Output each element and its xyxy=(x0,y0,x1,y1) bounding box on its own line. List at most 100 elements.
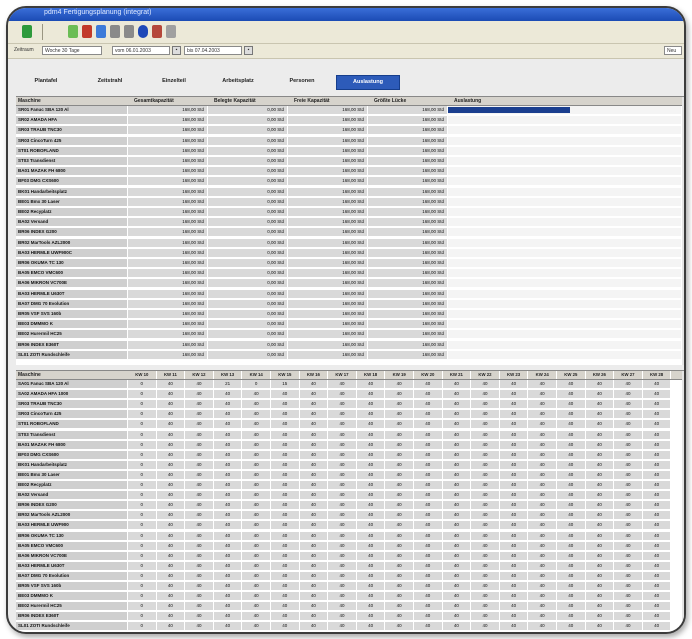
table-row[interactable]: BA03 HERMLE U630T 0 40 40 40 40 40 40 40 40 40 40 40… xyxy=(16,561,684,571)
machine-name-cell: BR05 VSF SVS 160b xyxy=(16,310,128,318)
exit-icon[interactable] xyxy=(22,25,32,38)
table-row[interactable]: BK01 Handarbeitsplatz 168,00 Std 0,00 Std 1… xyxy=(16,187,684,197)
date-to-button[interactable]: ▪ xyxy=(244,46,253,55)
week-capacity-cell: 40 xyxy=(242,531,271,540)
col-header-week[interactable]: KW 25 xyxy=(557,371,586,379)
col-header-week[interactable]: KW 12 xyxy=(185,371,214,379)
col-header-week[interactable]: KW 10 xyxy=(128,371,157,379)
back-icon[interactable] xyxy=(110,25,120,38)
table-row[interactable]: ST01 ROBOFLAND 168,00 Std 0,00 Std 168,00 S… xyxy=(16,146,684,156)
tab-einzelteil[interactable]: Einzelteil xyxy=(144,75,204,88)
table-row[interactable]: BA05 EMCO VMC600 168,00 Std 0,00 Std 168,00… xyxy=(16,269,684,278)
tab-plantafel[interactable]: Plantafel xyxy=(16,75,76,88)
table-row[interactable]: BA01 MAZAK FH 6800 0 40 40 40 40 40 40 40 40 40 40 4… xyxy=(16,440,684,450)
table-row[interactable]: BA07 DMG 70 Evolution 168,00 Std 0,00 Std 1… xyxy=(16,299,684,309)
info-icon[interactable] xyxy=(138,25,148,38)
col-header-machine[interactable]: Maschine xyxy=(18,97,98,105)
table-row[interactable]: BA03 HERMLE UWF900C 168,00 Std 0,00 Std 168… xyxy=(16,248,684,258)
col-header-machine[interactable]: Maschine xyxy=(18,371,98,379)
table-row[interactable]: BA06 MIKRON VC700E 168,00 Std 0,00 Std 168,… xyxy=(16,279,684,288)
table-row[interactable]: BR05 VSF SVS 160b 0 40 40 40 40 40 40 40 40 40 40 40… xyxy=(16,582,684,591)
table-row[interactable]: BA05 EMCO VMC600 0 40 40 40 40 40 40 40 40 40 40 40 4… xyxy=(16,541,684,551)
col-header-week[interactable]: KW 11 xyxy=(157,371,186,379)
col-header-gap[interactable]: Größte Lücke xyxy=(374,97,434,105)
table-row[interactable]: BA02 Versand 0 40 40 40 40 40 40 40 40 40 40 40 40 40 4… xyxy=(16,491,684,500)
table-row[interactable]: ST03 Transdienst 168,00 Std 0,00 Std 168,00… xyxy=(16,157,684,166)
table-row[interactable]: BK01 Handarbeitsplatz 0 40 40 40 40 40 40 40 40 40… xyxy=(16,460,684,470)
table-row[interactable]: BR06 OKUMA TC 130 168,00 Std 0,00 Std 168,0… xyxy=(16,259,684,268)
date-from-field[interactable]: vom 06.01.2003 xyxy=(112,46,170,55)
tab-zeitstrahl[interactable]: Zeitstrahl xyxy=(80,75,140,88)
col-header-week[interactable]: KW 26 xyxy=(586,371,615,379)
col-header-week[interactable]: KW 21 xyxy=(443,371,472,379)
tab-personen[interactable]: Personen xyxy=(272,75,332,88)
col-header-week[interactable]: KW 20 xyxy=(414,371,443,379)
table-row[interactable]: BF03 DMG CXS600 168,00 Std 0,00 Std 168,00 … xyxy=(16,177,684,186)
tab-arbeitsplatz[interactable]: Arbeitsplatz xyxy=(208,75,268,88)
calendar-icon[interactable] xyxy=(82,25,92,38)
col-header-total[interactable]: Gesamtkapazität xyxy=(134,97,204,105)
table-row[interactable]: BA01 MAZAK FH 6800 168,00 Std 0,00 Std 168,… xyxy=(16,167,684,176)
table-row[interactable]: BA06 MIKRON VC700E 0 40 40 40 40 40 40 40 40 40 40 4… xyxy=(16,551,684,561)
col-header-week[interactable]: KW 27 xyxy=(614,371,643,379)
col-header-used[interactable]: Belegte Kapazität xyxy=(214,97,284,105)
period-mode-select[interactable]: Woche 30 Tage xyxy=(42,46,102,55)
table-row[interactable]: BA03 HERMLE U630T 168,00 Std 0,00 Std 168,0… xyxy=(16,289,684,299)
table-row[interactable]: BA02 Versand 168,00 Std 0,00 Std 168,00 Std… xyxy=(16,218,684,227)
table-row[interactable]: BR06 INDEX E360T 168,00 Std 0,00 Std 168,00… xyxy=(16,340,684,350)
col-header-load[interactable]: Auslastung xyxy=(454,97,534,105)
chart-icon[interactable] xyxy=(96,25,106,38)
table-row[interactable]: BE01 Bmx 30 Laser 168,00 Std 0,00 Std 168,0… xyxy=(16,197,684,207)
table-row[interactable]: SR03 TRAUB TNC30 0 40 40 40 40 40 40 40 40 40 40 40 4… xyxy=(16,400,684,409)
col-header-week[interactable]: KW 19 xyxy=(385,371,414,379)
col-header-week[interactable]: KW 28 xyxy=(643,371,672,379)
machine-icon[interactable] xyxy=(68,25,78,38)
table-row[interactable]: BE03 DMMMO K 0 40 40 40 40 40 40 40 40 40 40 40 40 40 4… xyxy=(16,592,684,601)
new-button[interactable]: Neu xyxy=(664,46,682,55)
table-row[interactable]: BE02 Hurermil HC25 0 40 40 40 40 40 40 40 40 40 40 4… xyxy=(16,602,684,611)
table-row[interactable]: BE02 Recyplatz 168,00 Std 0,00 Std 168,00 S… xyxy=(16,208,684,217)
table-row[interactable]: SL01 ZOTI Rundschleife 168,00 Std 0,00 Std… xyxy=(16,350,684,360)
table-row[interactable]: SR01 Fanuc SBA 120 Al 168,00 Std 0,00 Std 1… xyxy=(16,106,684,115)
tab-auslastung[interactable]: Auslastung xyxy=(336,75,400,90)
col-header-week[interactable]: KW 18 xyxy=(357,371,386,379)
table-row[interactable]: SA02 AMADA HFA 1000 0 40 40 40 40 40 40 40 40 40 40… xyxy=(16,390,684,399)
col-header-week[interactable]: KW 24 xyxy=(528,371,557,379)
table-row[interactable]: BA07 DMG 70 Evolution 0 40 40 40 40 40 40 40 40 40… xyxy=(16,571,684,581)
table-row[interactable]: BR06 INDEX G200 168,00 Std 0,00 Std 168,00 … xyxy=(16,228,684,237)
table-row[interactable]: BE02 Hurermil HC25 168,00 Std 0,00 Std 168,… xyxy=(16,330,684,339)
table-row[interactable]: ST01 ROBOFLAND 0 40 40 40 40 40 40 40 40 40 40 40 40 4… xyxy=(16,420,684,429)
table-row[interactable]: BA03 HERMLE UWF900 0 40 40 40 40 40 40 40 40 40 40 4… xyxy=(16,521,684,530)
table-row[interactable]: BF03 DMG CXS600 0 40 40 40 40 40 40 40 40 40 40 40 40… xyxy=(16,450,684,460)
forward-icon[interactable] xyxy=(124,25,134,38)
table-row[interactable]: BR06 INDEX E360T 0 40 40 40 40 40 40 40 40 40 40 40 4… xyxy=(16,612,684,621)
table-row[interactable]: BR02 MarTools AZL2000 0 40 40 40 40 40 40 40 40 40… xyxy=(16,511,684,520)
print-icon[interactable] xyxy=(166,25,176,38)
col-header-week[interactable]: KW 17 xyxy=(328,371,357,379)
col-header-week[interactable]: KW 15 xyxy=(271,371,300,379)
table-row[interactable]: BE03 DMMMO K 168,00 Std 0,00 Std 168,00 Std… xyxy=(16,320,684,329)
date-from-button[interactable]: ▪ xyxy=(172,46,181,55)
table-row[interactable]: ST03 Transdienst 0 40 40 40 40 40 40 40 40 40 40 40 4… xyxy=(16,430,684,440)
table-row[interactable]: SR03 TRAUB TNC30 168,00 Std 0,00 Std 168,00… xyxy=(16,126,684,135)
table-row[interactable]: BE02 Recyplatz 0 40 40 40 40 40 40 40 40 40 40 40 40 4… xyxy=(16,481,684,490)
date-to-field[interactable]: bis 07.04.2003 xyxy=(184,46,242,55)
week-capacity-cell: 40 xyxy=(471,410,500,419)
table-row[interactable]: BE01 Bmx 30 Laser 0 40 40 40 40 40 40 40 40 40 40 40… xyxy=(16,470,684,480)
col-header-week[interactable]: KW 16 xyxy=(300,371,329,379)
col-header-week[interactable]: KW 23 xyxy=(500,371,529,379)
table-row[interactable]: SL01 ZOTI Rundschleife 0 40 40 40 40 40 40 40 40 4… xyxy=(16,622,684,631)
col-header-week[interactable]: KW 22 xyxy=(471,371,500,379)
table-row[interactable]: SA01 Fanuc SBA 120 Al 0 40 40 21 0 15 40 40 40 40 4… xyxy=(16,380,684,389)
col-header-week[interactable]: KW 13 xyxy=(214,371,243,379)
table-row[interactable]: BR06 OKUMA TC 130 0 40 40 40 40 40 40 40 40 40 40 40… xyxy=(16,531,684,541)
table-row[interactable]: SR02 AMADA HFA 168,00 Std 0,00 Std 168,00 S… xyxy=(16,116,684,125)
col-header-week[interactable]: KW 14 xyxy=(242,371,271,379)
table-row[interactable]: BR02 MarTools AZL2000 168,00 Std 0,00 Std 1… xyxy=(16,238,684,248)
table-row[interactable]: BR06 INDEX G200 0 40 40 40 40 40 40 40 40 40 40 40 40… xyxy=(16,501,684,510)
table-row[interactable]: SR03 CincoTurn 425 0 40 40 40 40 40 40 40 40 40 40 4… xyxy=(16,410,684,419)
table-row[interactable]: BR05 VSF SVS 160b 168,00 Std 0,00 Std 168,0… xyxy=(16,310,684,319)
table-row[interactable]: SR03 CincoTurn 425 168,00 Std 0,00 Std 168,… xyxy=(16,136,684,146)
person-icon[interactable] xyxy=(152,25,162,38)
col-header-free[interactable]: Freie Kapazität xyxy=(294,97,364,105)
